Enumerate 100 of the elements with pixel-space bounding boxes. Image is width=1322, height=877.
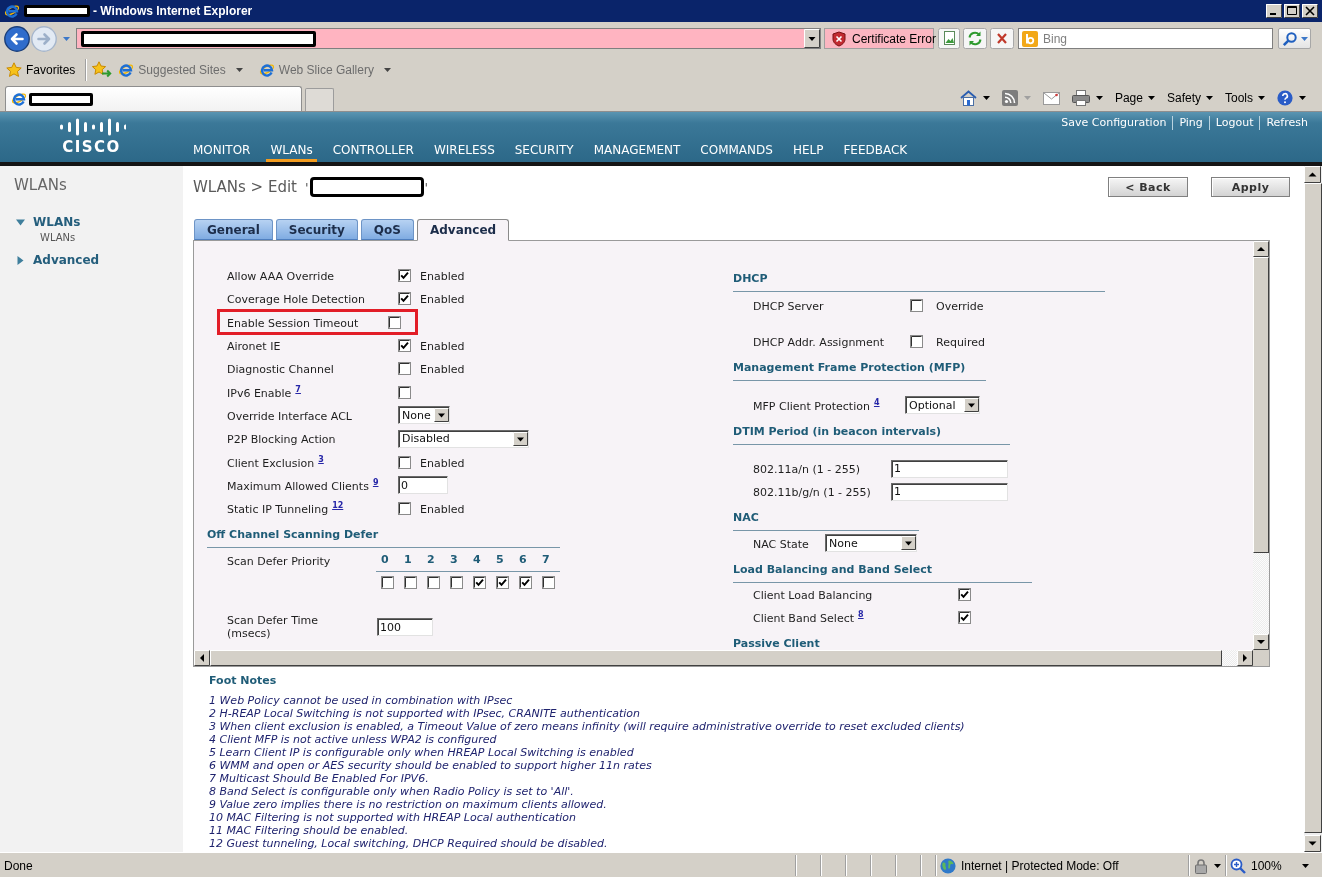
text-field[interactable]: 0: [398, 476, 448, 495]
select-dropdown[interactable]: Disabled: [398, 429, 529, 448]
checkbox[interactable]: [958, 588, 971, 601]
header-link[interactable]: Refresh: [1259, 116, 1308, 130]
certificate-error-button[interactable]: Certificate Error: [824, 28, 934, 49]
tree-item[interactable]: Advanced: [33, 253, 100, 267]
footnote-link[interactable]: 8: [858, 610, 864, 619]
header-link[interactable]: Ping: [1172, 116, 1209, 130]
nav-menu-item[interactable]: SECURITY: [510, 143, 578, 162]
footnote-link[interactable]: 4: [873, 397, 880, 407]
printer-icon[interactable]: [1071, 90, 1090, 106]
home-icon[interactable]: [959, 90, 977, 106]
checkbox[interactable]: [496, 575, 509, 589]
nav-menu-item[interactable]: MANAGEMENT: [589, 143, 685, 162]
lock-icon[interactable]: [1193, 857, 1209, 874]
footnote-link[interactable]: 9: [372, 477, 379, 487]
checkbox[interactable]: [398, 455, 411, 469]
favorites-button[interactable]: Favorites: [6, 61, 76, 78]
option-label: Enabled: [420, 270, 465, 284]
caret-icon[interactable]: [1214, 863, 1221, 868]
tab[interactable]: QoS: [360, 219, 414, 240]
vertical-scrollbar[interactable]: [1253, 241, 1269, 650]
apply-button[interactable]: Apply: [1211, 177, 1290, 197]
search-button[interactable]: [1278, 28, 1311, 49]
nav-menu-item[interactable]: WLANs: [266, 143, 317, 162]
footnote-link[interactable]: 12: [332, 501, 344, 511]
header-link[interactable]: Logout: [1208, 116, 1260, 130]
nav-menu-item[interactable]: WIRELESS: [429, 143, 499, 162]
scroll-arrow-icon[interactable]: [1304, 166, 1321, 183]
close-icon[interactable]: [1302, 4, 1318, 18]
scroll-arrow-icon[interactable]: [194, 650, 210, 666]
nav-menu-item[interactable]: HELP: [788, 143, 828, 162]
minimize-icon[interactable]: [1266, 4, 1282, 18]
header-link[interactable]: Save Configuration: [1055, 116, 1173, 130]
checkbox[interactable]: [542, 575, 555, 589]
select-dropdown[interactable]: None: [825, 534, 917, 552]
browser-tab[interactable]: [5, 86, 302, 111]
checkbox[interactable]: [519, 575, 532, 589]
checkbox[interactable]: [427, 575, 440, 589]
tab[interactable]: General: [194, 219, 273, 240]
checkbox[interactable]: [910, 334, 923, 348]
back-button[interactable]: < Back: [1108, 177, 1188, 197]
checkbox[interactable]: [404, 575, 417, 589]
checkbox[interactable]: [398, 339, 411, 353]
checkbox[interactable]: [398, 362, 411, 376]
checkbox[interactable]: [958, 611, 971, 624]
footnote-link[interactable]: 7: [295, 384, 301, 394]
checkbox[interactable]: [398, 269, 411, 283]
caret-icon[interactable]: [1301, 863, 1309, 868]
star-icon: [6, 61, 22, 78]
text-field[interactable]: 1: [891, 482, 1008, 501]
star-arrow-icon[interactable]: [92, 61, 113, 78]
favorites-link[interactable]: Web Slice Gallery: [258, 61, 391, 78]
section-heading: Management Frame Protection (MFP): [733, 361, 966, 374]
refresh-icon[interactable]: [963, 28, 987, 49]
scrollbar-thumb[interactable]: [1253, 257, 1269, 553]
zoom-icon[interactable]: [1230, 857, 1246, 874]
text-field[interactable]: 100: [377, 618, 433, 637]
command-menu-button[interactable]: Tools: [1219, 91, 1271, 105]
cross-icon[interactable]: [990, 28, 1014, 49]
nav-menu-item[interactable]: FEEDBACK: [839, 143, 912, 162]
scroll-arrow-icon[interactable]: [1253, 634, 1269, 650]
checkbox[interactable]: [473, 575, 486, 589]
scroll-arrow-icon[interactable]: [1237, 650, 1253, 666]
command-menu-button[interactable]: Page: [1108, 91, 1161, 105]
checkbox[interactable]: [910, 298, 923, 312]
tree-item[interactable]: WLANs: [40, 231, 76, 244]
scroll-arrow-icon[interactable]: [1304, 835, 1321, 852]
scroll-arrow-icon[interactable]: [1253, 241, 1269, 257]
caret-icon[interactable]: [1299, 96, 1306, 100]
footnote-link[interactable]: 3: [318, 454, 324, 464]
checkbox[interactable]: [398, 502, 411, 516]
tab[interactable]: Advanced: [416, 219, 510, 241]
help-icon[interactable]: [1277, 90, 1293, 106]
select-dropdown[interactable]: None: [398, 406, 450, 425]
maximize-icon[interactable]: [1284, 4, 1300, 18]
checkbox[interactable]: [388, 315, 401, 329]
text-field[interactable]: 1: [891, 459, 1008, 478]
favorites-link[interactable]: Suggested Sites: [118, 61, 243, 78]
tab[interactable]: Security: [275, 219, 358, 240]
footnote-text: 6 WMM and open or AES security should be enabled to support higher 11n rates: [209, 759, 652, 772]
checkbox[interactable]: [381, 575, 394, 589]
checkbox[interactable]: [450, 575, 463, 589]
caret-icon[interactable]: [982, 96, 990, 100]
nav-menu-item[interactable]: MONITOR: [189, 143, 255, 162]
field-label: NAC State: [753, 537, 809, 551]
nav-menu-item[interactable]: COMMANDS: [696, 143, 777, 162]
caret-icon[interactable]: [1095, 96, 1103, 100]
feed-icon[interactable]: [1001, 90, 1018, 106]
checkbox[interactable]: [398, 292, 411, 306]
search-field[interactable]: Bing: [1018, 28, 1273, 49]
address-field[interactable]: [76, 28, 821, 49]
select-dropdown[interactable]: Optional: [905, 396, 980, 414]
tree-item[interactable]: WLANs: [33, 215, 81, 229]
command-menu-button[interactable]: Safety: [1160, 91, 1219, 105]
mail-icon[interactable]: [1042, 91, 1060, 105]
checkbox[interactable]: [398, 385, 411, 399]
sidebar-heading: WLANs: [14, 176, 68, 194]
page-icon[interactable]: [938, 28, 960, 49]
nav-menu-item[interactable]: CONTROLLER: [328, 143, 418, 162]
